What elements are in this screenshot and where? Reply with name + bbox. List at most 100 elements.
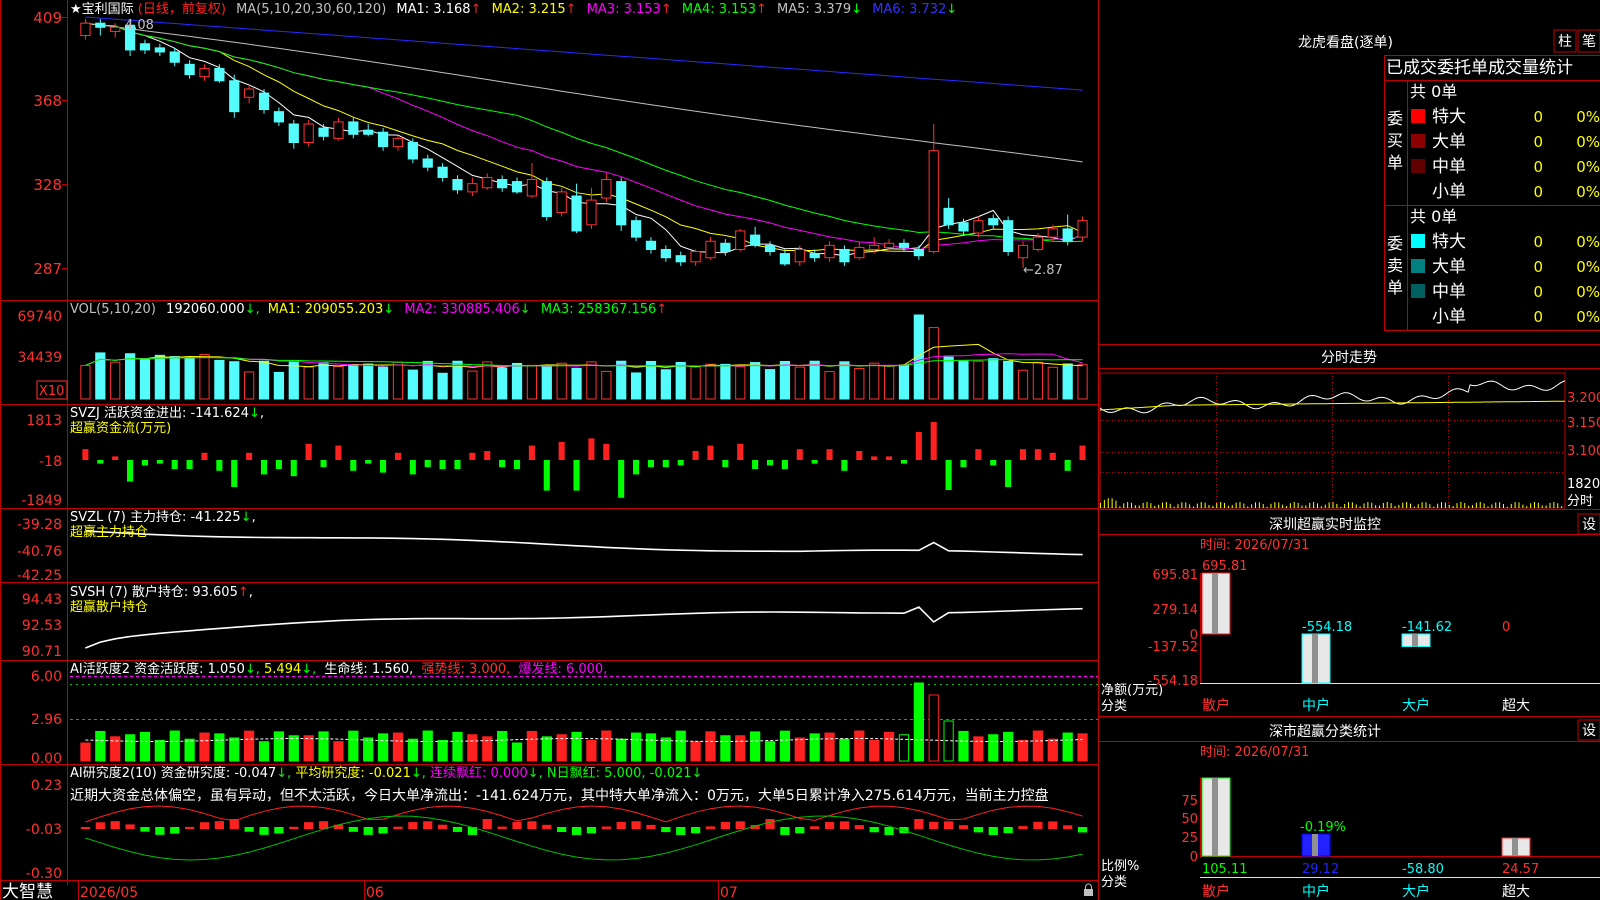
classification-tick: 75 [1181,794,1198,809]
activity-bar [184,738,195,762]
volume-tick: 69740 [17,309,62,325]
intraday-tick: 3.100 [1567,444,1600,459]
fund-flow-tick: 1813 [26,413,62,429]
activity-bar [452,731,463,762]
volume-tick: 34439 [17,350,62,366]
fund-flow-bar [454,460,461,469]
research-bar [988,827,998,835]
candle-body [407,142,418,160]
intraday-volume-bar [1417,504,1419,508]
intraday-volume-bar [1429,504,1431,508]
intraday-volume-bar [1150,503,1152,508]
candle-body [571,195,582,232]
intraday-volume-bar [1169,503,1171,508]
activity-bar [854,730,865,762]
fund-flow-bar [290,460,297,477]
intraday-panel[interactable]: 分时走势 3.200 3.150 3.100 18203 分时 [1098,350,1600,509]
ma5-value: MA5: 3.379 [777,2,851,17]
candle-body [601,179,612,199]
classification-panel[interactable]: 深市超赢分类统计 设 时间: 2026/07/31 75 50 25 0 -0.… [1098,719,1600,900]
candle-body [244,88,255,98]
volume-bar [452,360,463,400]
fund-flow-bar [1049,452,1056,460]
volume-bar [482,361,493,400]
lock-icon[interactable] [1084,883,1093,896]
order-book-panel[interactable]: 龙虎看盘(逐单) 柱 笔 已成交委托单成交量统计 委买单 委卖单 共 0单 共 … [1298,29,1600,331]
fund-flow-bar [886,456,893,460]
main-position-line [85,530,1083,556]
intraday-volume-bar [1506,506,1508,508]
main-position-header: SVZL (7) 主力持仓: -41.225↓, [70,510,256,525]
fund-flow-bar [677,460,684,466]
fund-flow-bar [350,460,357,471]
fund-flow-panel[interactable]: 1813 -18 -1849 SVZJ 活跃资金进出: -141.624↓, 超… [21,405,1086,509]
classification-extra-label: -0.19% [1300,820,1346,835]
main-position-panel[interactable]: -39.28 -40.76 -42.25 SVZL (7) 主力持仓: -41.… [17,510,1083,584]
bar-mode-button[interactable]: 柱 [1553,29,1577,53]
classification-bars [1201,777,1531,857]
intraday-volume-bar [1545,505,1547,508]
volume-bar [928,327,939,400]
price-tick: 409 [33,9,62,27]
monitor-settings-button[interactable]: 设 [1577,513,1600,535]
research-avg: 平均研究度: -0.021 [295,765,410,781]
candle-body [1077,220,1088,238]
tick-mode-button[interactable]: 笔 [1577,29,1600,53]
classification-xlabel: 分类 [1101,875,1127,890]
intraday-volume-bar [1239,502,1241,508]
fund-flow-bar [796,449,803,460]
realtime-monitor-panel[interactable]: 深圳超赢实时监控 设 时间: 2026/07/31 695.81 279.14 … [1098,513,1600,714]
retail-position-panel[interactable]: 94.43 92.53 90.71 SVSH (7) 散户持仓: 93.605↑… [22,584,1083,660]
activity-bar [586,739,597,762]
x-tick-label: 06 [366,885,384,900]
intraday-volume-bar [1448,504,1450,508]
order-type-label: 特大 [1432,232,1466,252]
candle-body [958,222,969,232]
classification-categories: 散户 中户 大户 超大 [1202,883,1530,900]
research-panel[interactable]: 0.23 -0.03 -0.30 AI研究度2(10) 资金研究度: -0.04… [26,765,1088,882]
intraday-volume-bar [1243,503,1245,508]
classification-tick: 25 [1181,831,1198,846]
research-bar [214,821,224,829]
activity-bar [154,739,165,762]
candle-body [675,255,686,263]
fund-flow-bar [1064,460,1071,471]
activity-panel[interactable]: 6.00 2.96 0.00 AI活跃度2 资金活跃度: 1.050↓, 5.4… [31,661,1098,767]
research-bar [140,827,150,832]
order-count: 0 [1533,158,1543,176]
intraday-volume-bar [1142,502,1144,508]
fund-flow-bar [499,460,506,468]
price-tick: 368 [33,92,62,110]
research-bar [423,821,433,829]
intraday-volume-bar [1340,506,1342,508]
order-color-swatch [1411,159,1425,173]
volume-bar [333,365,344,400]
fund-flow-bar [811,460,818,464]
fund-flow-bar [633,460,640,475]
research-bar [973,827,983,833]
candle-body [869,244,880,250]
research-bars [80,819,1088,835]
research-bar [527,821,537,829]
activity-bar [1077,733,1088,762]
intraday-volume-bar [1193,506,1194,508]
research-bar [1003,827,1013,834]
classification-settings-button[interactable]: 设 [1577,719,1600,741]
intraday-volume-bar [1379,505,1380,508]
activity-bar [333,741,344,762]
activity-bar [258,741,270,762]
volume-bar [705,363,716,400]
research-value: AI研究度2(10) 资金研究度: -0.047 [70,765,276,781]
volume-panel[interactable]: 69740 34439 X10 VOL(5,10,20) 192060.000↓… [17,302,1088,400]
retail-position-tick: 92.53 [22,618,62,634]
activity-bar [720,735,731,762]
kline-panel[interactable]: 409 368 328 287 4.08 ←2.87 ★宝利国际 (日线，前复权… [33,1,1088,278]
intraday-volume-bar [1231,505,1233,508]
stock-chart-screen: 409 368 328 287 4.08 ←2.87 ★宝利国际 (日线，前复权… [0,0,1600,900]
research-bar [601,826,611,829]
intraday-volume-bar [1468,505,1470,508]
fund-flow-bar [707,445,714,460]
intraday-volume-bar [1503,504,1504,508]
intraday-volume-bar [1382,502,1384,508]
activity-bar [541,736,552,762]
